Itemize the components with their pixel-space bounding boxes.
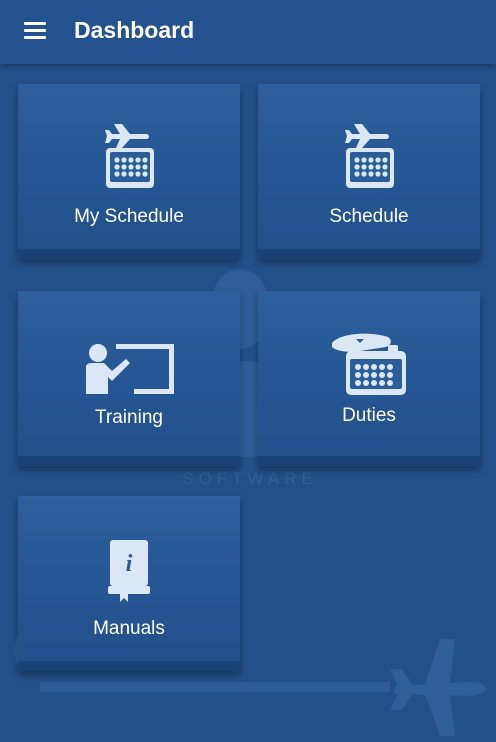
tile-label-training: Training bbox=[95, 407, 163, 428]
tile-training[interactable]: Training bbox=[18, 291, 240, 466]
tile-label-schedule: Schedule bbox=[329, 206, 409, 227]
tile-schedule[interactable]: Schedule bbox=[258, 84, 480, 259]
tile-manuals[interactable]: i Manuals bbox=[18, 496, 240, 671]
tile-label-manuals: Manuals bbox=[93, 618, 165, 639]
tile-my-schedule[interactable]: My Schedule bbox=[18, 84, 240, 259]
calendar-flight-icon bbox=[105, 124, 154, 188]
info-manual-icon: i bbox=[108, 540, 150, 602]
instructor-whiteboard-icon bbox=[86, 344, 174, 394]
tile-duties[interactable]: Duties bbox=[258, 291, 480, 466]
hamburger-menu-icon[interactable] bbox=[24, 22, 48, 42]
runway-line bbox=[40, 682, 390, 692]
app-bar: Dashboard bbox=[0, 0, 496, 64]
tile-label-my-schedule: My Schedule bbox=[74, 206, 184, 227]
page-title: Dashboard bbox=[74, 17, 195, 43]
airplane-watermark-icon bbox=[390, 639, 486, 736]
calendar-flight-icon bbox=[345, 124, 394, 188]
svg-text:i: i bbox=[126, 551, 133, 577]
pilot-cap-calendar-icon bbox=[332, 333, 406, 395]
watermark-software-text: SOFTWARE bbox=[182, 469, 318, 488]
tile-label-duties: Duties bbox=[342, 405, 396, 426]
